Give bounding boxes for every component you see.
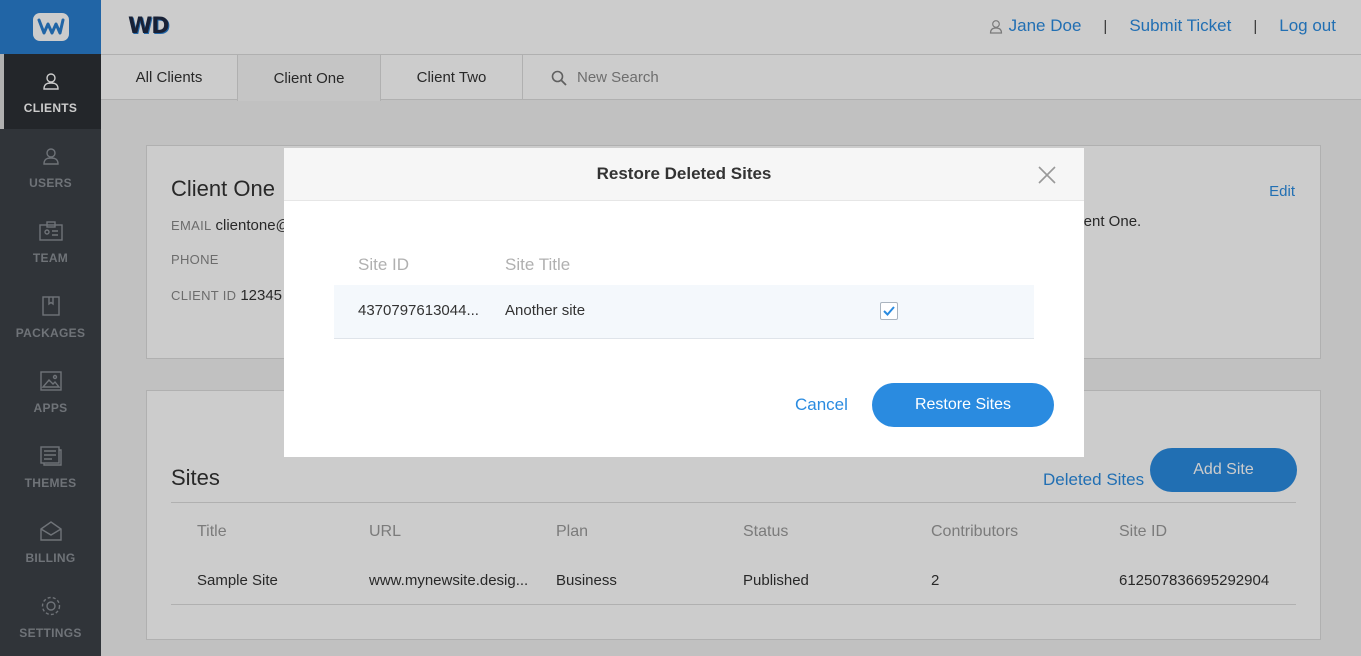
checkmark-icon (883, 306, 895, 316)
column-header-site-id: Site ID (358, 255, 410, 274)
deleted-site-id: 4370797613044... (358, 302, 479, 319)
table-row[interactable]: 4370797613044... Another site (334, 285, 1034, 339)
cancel-button[interactable]: Cancel (795, 395, 848, 415)
restore-site-checkbox[interactable] (880, 302, 898, 320)
restore-deleted-sites-modal: Restore Deleted Sites Site ID Site Title… (284, 148, 1084, 457)
deleted-site-title: Another site (505, 302, 586, 319)
modal-title: Restore Deleted Sites (596, 164, 772, 183)
column-header-site-title: Site Title (505, 255, 571, 274)
close-icon[interactable] (1038, 166, 1056, 184)
modal-header: Restore Deleted Sites (284, 148, 1084, 201)
restore-sites-button[interactable]: Restore Sites (872, 383, 1054, 427)
